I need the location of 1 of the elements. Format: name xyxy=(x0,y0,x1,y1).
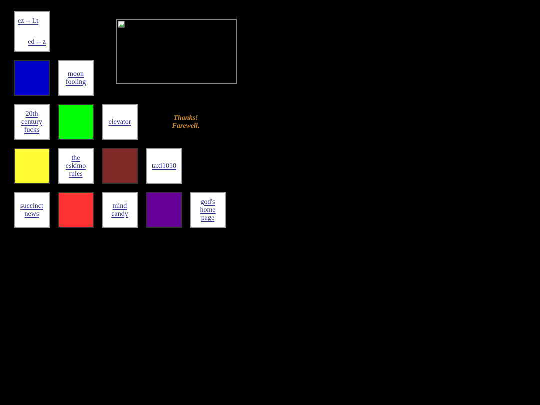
broken-image-icon xyxy=(118,21,125,28)
